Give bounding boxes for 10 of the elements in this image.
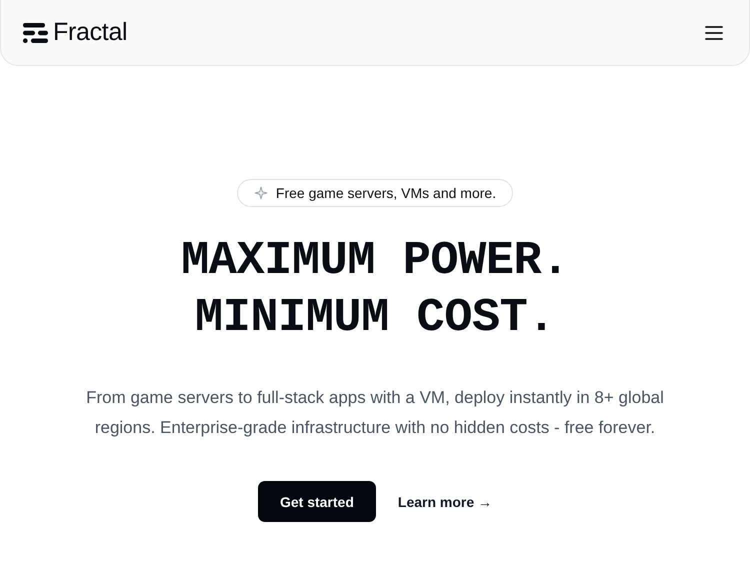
learn-more-link[interactable]: Learn more → <box>398 494 492 510</box>
logo-icon <box>23 22 48 42</box>
brand-name: Fractal <box>53 18 128 47</box>
headline: MAXIMUM POWER. <box>181 234 569 290</box>
get-started-button[interactable]: Get started <box>258 481 376 522</box>
headline: MINIMUM COST. <box>194 291 556 347</box>
menu-icon <box>705 26 723 40</box>
sparkle-icon <box>254 186 268 200</box>
badge-text: Free game servers, VMs and more. <box>276 185 496 201</box>
subtitle: From game servers to full-stack apps with a VM, deploy instantly in 8+ global regions. Enterprise-grade infrastructure with no hidden costs - free forever. <box>85 387 665 439</box>
